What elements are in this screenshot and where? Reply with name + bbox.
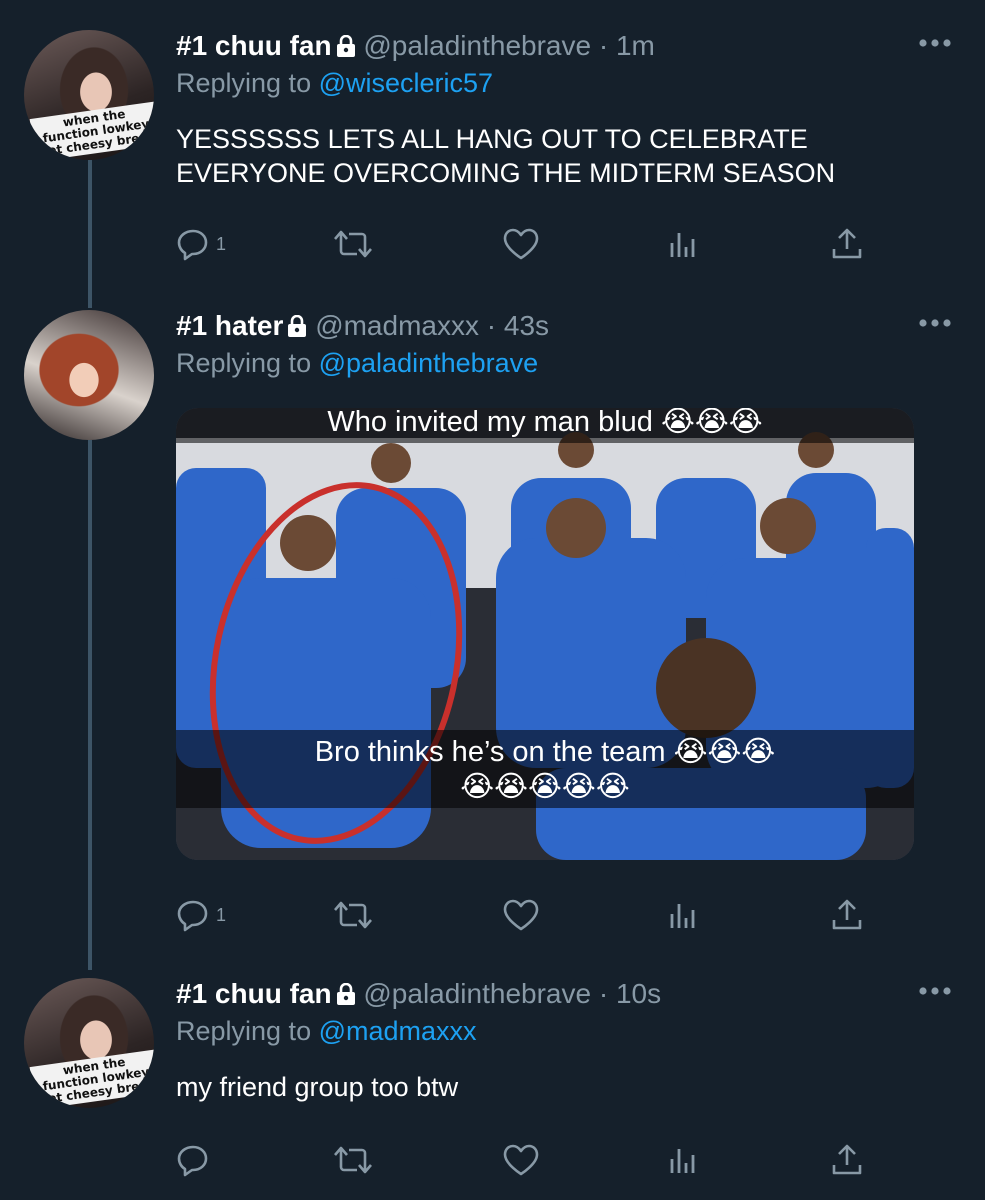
replying-to: Replying to @madmaxxx (176, 1016, 477, 1047)
like-button[interactable] (502, 895, 540, 935)
like-button[interactable] (502, 224, 540, 264)
tweet[interactable]: when the function lowkey got cheesy brea… (0, 30, 985, 290)
share-icon (832, 228, 862, 259)
action-bar: 1 (176, 895, 876, 935)
share-button[interactable] (830, 895, 864, 935)
retweet-icon (334, 230, 372, 258)
reply-button[interactable]: 1 (176, 895, 226, 935)
reply-count: 1 (216, 904, 227, 925)
replying-prefix: Replying to (176, 348, 312, 378)
tweet-text-line: my friend group too btw (176, 1072, 459, 1102)
separator-dot: · (598, 978, 609, 1009)
reply-icon (177, 229, 208, 261)
mention-link[interactable]: @paladinthebrave (319, 348, 539, 378)
avatar-sticker: when the function lowkey got cheesy brea… (29, 101, 154, 160)
tweet-header: #1 chuu fan @paladinthebrave · 1m (176, 30, 655, 70)
replying-prefix: Replying to (176, 1016, 312, 1046)
share-icon (832, 1144, 862, 1175)
tweet[interactable]: when the function lowkey got cheesy brea… (0, 978, 985, 1188)
avatar[interactable]: when the function lowkey got cheesy brea… (24, 978, 154, 1108)
separator-dot: · (486, 310, 497, 341)
handle[interactable]: @madmaxxx (315, 310, 479, 341)
timestamp[interactable]: 1m (616, 30, 655, 61)
display-name[interactable]: #1 chuu fan (176, 978, 332, 1009)
reply-button[interactable] (176, 1140, 210, 1180)
retweet-icon (334, 1146, 372, 1174)
timestamp[interactable]: 10s (616, 978, 661, 1009)
reply-icon (177, 1145, 208, 1177)
replying-to: Replying to @wisecleric57 (176, 68, 493, 99)
analytics-icon (670, 233, 695, 257)
retweet-icon (334, 901, 372, 929)
lock-icon (336, 983, 355, 1005)
handle[interactable]: @paladinthebrave (363, 978, 591, 1009)
mention-link[interactable]: @madmaxxx (319, 1016, 477, 1046)
analytics-icon (670, 1149, 695, 1173)
avatar-sticker: when the function lowkey got cheesy brea… (29, 1049, 154, 1108)
share-icon (832, 899, 862, 930)
display-name[interactable]: #1 chuu fan (176, 30, 332, 61)
replying-prefix: Replying to (176, 68, 312, 98)
heart-icon (503, 228, 539, 260)
analytics-icon (670, 904, 695, 928)
meme-caption-line: Bro thinks he’s on the team 😭😭😭 (314, 736, 776, 768)
action-bar: 1 (176, 224, 876, 264)
heart-icon (503, 1144, 539, 1176)
retweet-button[interactable] (333, 224, 373, 264)
analytics-button[interactable] (666, 895, 700, 935)
more-options-icon[interactable] (918, 986, 952, 996)
separator-dot: · (598, 30, 609, 61)
avatar[interactable] (24, 310, 154, 440)
lock-icon (288, 315, 307, 337)
avatar[interactable]: when the function lowkey got cheesy brea… (24, 30, 154, 160)
mention-link[interactable]: @wisecleric57 (319, 68, 493, 98)
replying-to: Replying to @paladinthebrave (176, 348, 538, 379)
tweet-text: YESSSSSS LETS ALL HANG OUT TO CELEBRATE … (176, 122, 835, 190)
meme-caption-top: Who invited my man blud 😭😭😭 (176, 408, 914, 443)
share-button[interactable] (830, 1140, 864, 1180)
handle[interactable]: @paladinthebrave (363, 30, 591, 61)
reply-button[interactable]: 1 (176, 224, 226, 264)
tweet-text: my friend group too btw (176, 1070, 458, 1104)
timestamp[interactable]: 43s (504, 310, 549, 341)
action-bar (176, 1140, 876, 1180)
meme-caption-line: 😭😭😭😭😭 (460, 771, 630, 803)
retweet-button[interactable] (333, 1140, 373, 1180)
tweet-text-line: YESSSSSS LETS ALL HANG OUT TO CELEBRATE (176, 124, 808, 154)
analytics-button[interactable] (666, 1140, 700, 1180)
more-options-icon[interactable] (918, 38, 952, 48)
display-name[interactable]: #1 hater (176, 310, 283, 341)
reply-count: 1 (216, 233, 227, 254)
tweet-header: #1 hater @madmaxxx · 43s (176, 310, 549, 350)
meme-caption-bottom: Bro thinks he’s on the team 😭😭😭 😭😭😭😭😭 (176, 730, 914, 808)
share-button[interactable] (830, 224, 864, 264)
more-options-icon[interactable] (918, 318, 952, 328)
tweet-text-line: EVERYONE OVERCOMING THE MIDTERM SEASON (176, 158, 836, 188)
analytics-button[interactable] (666, 224, 700, 264)
heart-icon (503, 899, 539, 931)
tweet[interactable]: #1 hater @madmaxxx · 43s Replying to @pa… (0, 310, 985, 950)
tweet-header: #1 chuu fan @paladinthebrave · 10s (176, 978, 661, 1018)
reply-icon (177, 900, 208, 932)
like-button[interactable] (502, 1140, 540, 1180)
retweet-button[interactable] (333, 895, 373, 935)
lock-icon (336, 35, 355, 57)
media-image[interactable]: Who invited my man blud 😭😭😭 Bro thinks h… (176, 408, 914, 860)
